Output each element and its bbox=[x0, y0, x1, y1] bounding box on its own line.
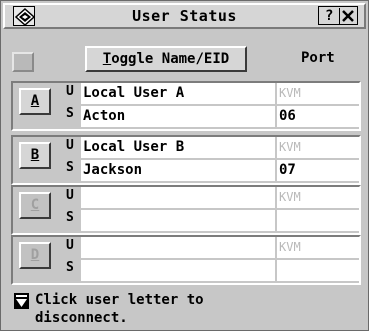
instruction-text: Click user letter to disconnect. bbox=[35, 291, 204, 327]
server-row-tag: S bbox=[66, 160, 74, 175]
user-panel-b: B U S Local User B KVM Jackson 07 bbox=[11, 135, 361, 185]
instruction-line-2: disconnect. bbox=[35, 310, 128, 326]
kvm-label: KVM bbox=[277, 187, 359, 208]
user-row-tag: U bbox=[66, 84, 74, 99]
user-letter-c-button[interactable]: C bbox=[19, 192, 51, 219]
kvm-label: KVM bbox=[277, 137, 359, 158]
port-field: 06 bbox=[277, 106, 359, 127]
title-bar[interactable]: User Status ? bbox=[3, 3, 366, 29]
server-name-field: Jackson bbox=[81, 160, 275, 181]
user-letter-d-button[interactable]: D bbox=[19, 242, 51, 269]
toggle-name-eid-button[interactable]: Toggle Name/EID bbox=[85, 46, 247, 72]
scroll-down-arrow-icon[interactable] bbox=[14, 293, 29, 309]
user-status-window: User Status ? Toggle Name/EID Port A U S… bbox=[0, 0, 369, 331]
kvm-label: KVM bbox=[277, 83, 359, 104]
user-name-field: Local User B bbox=[81, 137, 275, 158]
server-row-tag: S bbox=[66, 210, 74, 225]
kvm-label: KVM bbox=[277, 237, 359, 258]
server-row-tag: S bbox=[66, 260, 74, 275]
user-name-field bbox=[81, 187, 275, 208]
port-field bbox=[277, 210, 359, 231]
select-all-box bbox=[12, 52, 34, 72]
toggle-hotkey-letter: T bbox=[102, 51, 112, 67]
user-panel-d: D U S KVM bbox=[11, 235, 361, 285]
close-icon[interactable] bbox=[339, 8, 355, 24]
server-name-field: Acton bbox=[81, 106, 275, 127]
port-column-header: Port bbox=[301, 50, 335, 66]
port-field bbox=[277, 260, 359, 281]
user-panel-c: C U S KVM bbox=[11, 185, 361, 235]
server-row-tag: S bbox=[66, 106, 74, 121]
port-field: 07 bbox=[277, 160, 359, 181]
user-row-tag: U bbox=[66, 138, 74, 153]
help-icon[interactable]: ? bbox=[325, 7, 333, 25]
user-name-field bbox=[81, 237, 275, 258]
server-name-field bbox=[81, 210, 275, 231]
user-panel-a: A U S Local User A KVM Acton 06 bbox=[11, 81, 361, 131]
help-close-button[interactable]: ? bbox=[318, 6, 358, 25]
user-row-tag: U bbox=[66, 188, 74, 203]
toggle-label: oggle Name/EID bbox=[111, 51, 230, 67]
server-name-field bbox=[81, 260, 275, 281]
user-letter-a-button[interactable]: A bbox=[19, 88, 51, 115]
user-letter-b-button[interactable]: B bbox=[19, 142, 51, 169]
user-name-field: Local User A bbox=[81, 83, 275, 104]
instruction-line-1: Click user letter to bbox=[35, 292, 204, 308]
window-title: User Status bbox=[132, 7, 237, 25]
user-row-tag: U bbox=[66, 238, 74, 253]
